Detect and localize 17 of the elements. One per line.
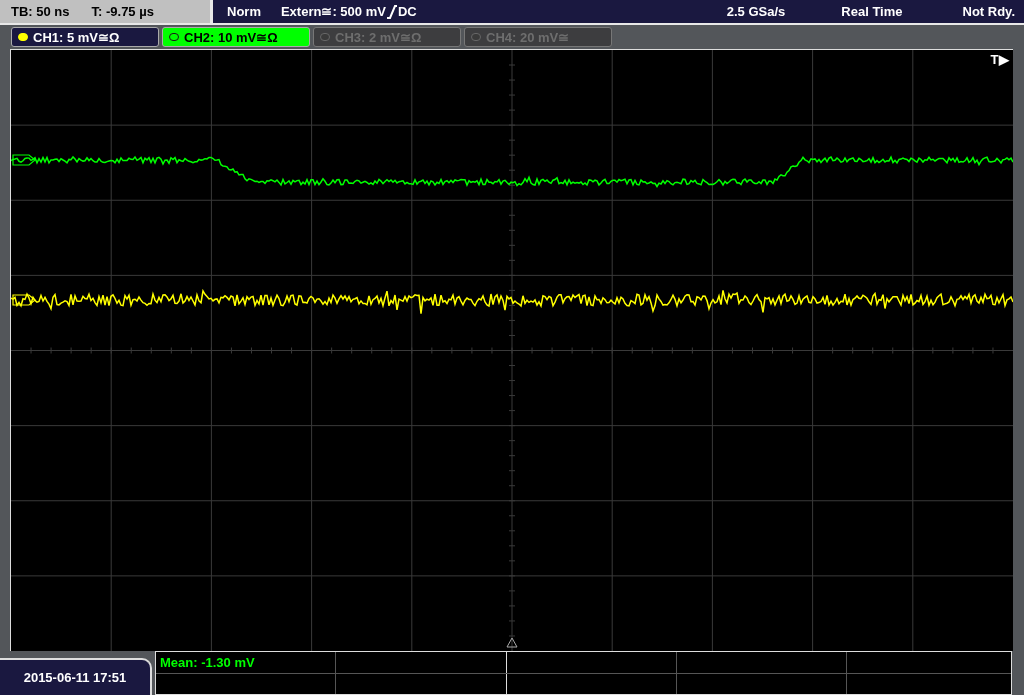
measurement-reading: Mean: -1.30 mV <box>160 654 255 670</box>
rising-edge-icon <box>386 4 397 19</box>
sample-rate-label: 2.5 GSa/s <box>726 4 786 19</box>
status-label: Not Rdy. <box>962 4 1015 19</box>
trigger-mode-label: Norm <box>227 4 261 19</box>
date-time-label: 2015-06-11 17:51 <box>0 658 152 695</box>
trigger-source-label: Extern≅: 500 mV <box>280 4 386 19</box>
channel-tab[interactable]: CH1: 5 mV≅Ω <box>11 27 159 47</box>
trigger-position-icon <box>506 637 518 648</box>
coupling-label: DC <box>397 4 417 19</box>
channel-tab[interactable]: CH2: 10 mV≅Ω <box>162 27 310 47</box>
acquisition-mode-label: Real Time <box>841 4 903 19</box>
channel-marker-icon <box>11 154 36 166</box>
trigger-marker[interactable]: T▶ <box>990 52 1009 67</box>
timebase-label: TB: 50 ns <box>11 4 70 19</box>
trigger-time-label: T: -9.75 µs <box>91 4 154 19</box>
channel-marker-icon <box>11 294 36 306</box>
